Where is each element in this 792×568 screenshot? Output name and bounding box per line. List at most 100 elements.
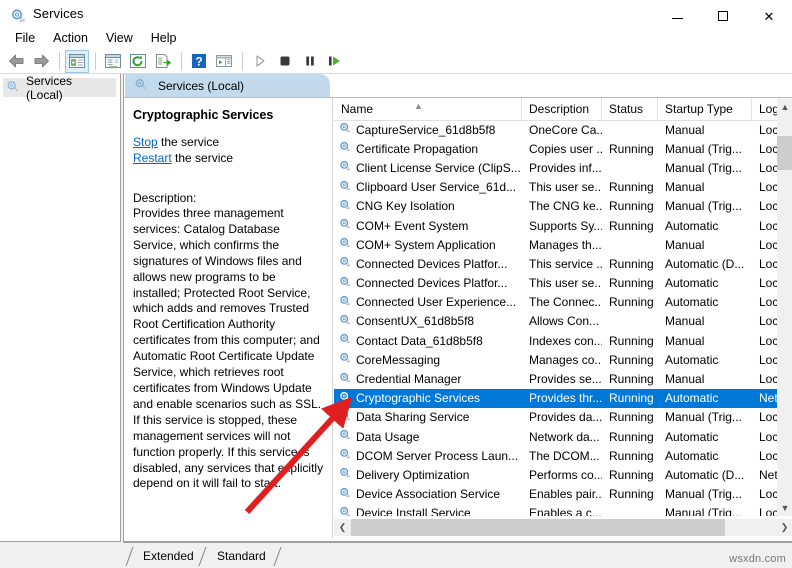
cell-status: Running bbox=[609, 199, 654, 214]
cell-description: Supports Sy... bbox=[529, 218, 602, 233]
column-header-name[interactable]: Name ▲ bbox=[334, 98, 522, 120]
pause-bars-icon bbox=[306, 56, 314, 66]
table-row[interactable]: Clipboard User Service_61d... This user s… bbox=[334, 178, 792, 197]
cell-description: Provides se... bbox=[529, 372, 602, 387]
cell-startup: Automatic bbox=[665, 429, 719, 444]
watermark: wsxdn.com bbox=[729, 553, 786, 565]
properties-button[interactable] bbox=[101, 50, 125, 73]
service-gear-icon bbox=[338, 159, 352, 176]
table-row[interactable]: CNG Key Isolation The CNG ke... Running Man… bbox=[334, 197, 792, 216]
list-vertical-scrollbar[interactable]: ▲ ▼ bbox=[777, 98, 792, 516]
table-row[interactable]: Connected Devices Platfor... This service… bbox=[334, 254, 792, 273]
service-gear-icon bbox=[338, 428, 352, 445]
service-gear-icon bbox=[338, 371, 352, 388]
service-name-label: CaptureService_61d8b5f8 bbox=[356, 122, 496, 137]
table-row[interactable]: Device Install Service Enables a c... Manu… bbox=[334, 504, 792, 516]
menu-file[interactable]: File bbox=[7, 30, 44, 47]
service-gear-icon bbox=[338, 409, 352, 426]
restart-service-button[interactable] bbox=[323, 50, 347, 73]
service-gear-icon bbox=[338, 275, 352, 292]
table-row[interactable]: COM+ Event System Supports Sy... Running Au… bbox=[334, 216, 792, 235]
table-row[interactable]: Data Sharing Service Provides da... Runnin… bbox=[334, 408, 792, 427]
vertical-scroll-thumb[interactable] bbox=[777, 136, 792, 170]
cell-startup: Manual (Trig... bbox=[665, 487, 742, 502]
start-service-button[interactable] bbox=[248, 50, 272, 73]
column-header-description[interactable]: Description bbox=[522, 98, 602, 120]
table-row[interactable]: Data Usage Network da... Running Automatic L… bbox=[334, 427, 792, 446]
selected-service-title: Cryptographic Services bbox=[133, 108, 274, 122]
table-row[interactable]: CoreMessaging Manages co... Running Automat… bbox=[334, 350, 792, 369]
list-horizontal-scrollbar[interactable]: ❮ ❯ bbox=[334, 519, 792, 536]
cell-service-name: COM+ Event System bbox=[334, 217, 522, 234]
service-name-label: Device Association Service bbox=[356, 487, 501, 502]
svg-text:?: ? bbox=[195, 54, 202, 68]
chevron-right-icon[interactable]: ❯ bbox=[776, 519, 792, 536]
cell-description: Manages co... bbox=[529, 352, 602, 367]
chevron-up-icon[interactable]: ▲ bbox=[777, 98, 792, 115]
cell-service-name: COM+ System Application bbox=[334, 236, 522, 253]
service-name-label: Data Usage bbox=[356, 429, 420, 444]
stop-service-link[interactable]: Stop bbox=[133, 135, 158, 149]
cell-service-name: Credential Manager bbox=[334, 371, 522, 388]
show-action-pane-button[interactable] bbox=[212, 50, 236, 73]
forward-button[interactable] bbox=[29, 50, 53, 73]
menu-help[interactable]: Help bbox=[143, 30, 186, 47]
table-row[interactable]: Client License Service (ClipS... Provides… bbox=[334, 158, 792, 177]
stop-service-button[interactable] bbox=[273, 50, 297, 73]
back-button[interactable] bbox=[4, 50, 28, 73]
refresh-button[interactable] bbox=[126, 50, 150, 73]
cell-service-name: Connected Devices Platfor... bbox=[334, 275, 522, 292]
table-row[interactable]: Delivery Optimization Performs co... Runni… bbox=[334, 465, 792, 484]
service-name-label: Connected Devices Platfor... bbox=[356, 276, 508, 291]
column-header-status[interactable]: Status bbox=[602, 98, 658, 120]
service-gear-icon bbox=[338, 217, 352, 234]
table-row[interactable]: DCOM Server Process Laun... The DCOM... Ru… bbox=[334, 446, 792, 465]
service-name-label: CoreMessaging bbox=[356, 352, 441, 367]
cell-description: This user se... bbox=[529, 180, 602, 195]
export-list-button[interactable] bbox=[151, 50, 175, 73]
close-icon: ✕ bbox=[763, 8, 775, 24]
service-gear-icon bbox=[338, 351, 352, 368]
table-row[interactable]: Credential Manager Provides se... Running M… bbox=[334, 369, 792, 388]
chevron-down-icon[interactable]: ▼ bbox=[777, 499, 792, 516]
cell-service-name: Device Install Service bbox=[334, 505, 522, 516]
table-row[interactable]: Connected User Experience... The Connec..… bbox=[334, 293, 792, 312]
menu-view[interactable]: View bbox=[98, 30, 142, 47]
cell-description: The DCOM... bbox=[529, 448, 600, 463]
chevron-left-icon[interactable]: ❮ bbox=[334, 519, 351, 536]
service-name-label: Certificate Propagation bbox=[356, 141, 479, 156]
description-text: Provides three management services: Cata… bbox=[133, 206, 324, 491]
cell-startup: Manual (Trig... bbox=[665, 410, 742, 425]
pause-service-button[interactable] bbox=[298, 50, 322, 73]
console-pane: Services (Local) Cryptographic Services … bbox=[123, 74, 792, 542]
table-row[interactable]: Connected Devices Platfor... This user se… bbox=[334, 274, 792, 293]
table-row[interactable]: Contact Data_61d8b5f8 Indexes con... Runni… bbox=[334, 331, 792, 350]
cell-service-name: Contact Data_61d8b5f8 bbox=[334, 332, 522, 349]
menu-action[interactable]: Action bbox=[45, 30, 97, 47]
horizontal-scroll-thumb[interactable] bbox=[351, 519, 725, 536]
show-hide-console-tree-button[interactable] bbox=[65, 49, 89, 73]
table-row[interactable]: ConsentUX_61d8b5f8 Allows Con... Manual Loc bbox=[334, 312, 792, 331]
table-row[interactable]: COM+ System Application Manages th... Manu… bbox=[334, 235, 792, 254]
tab-extended[interactable]: Extended bbox=[131, 546, 204, 567]
tab-standard[interactable]: Standard bbox=[205, 546, 276, 567]
cell-status: Running bbox=[609, 391, 654, 406]
table-row[interactable]: CaptureService_61d8b5f8 OneCore Ca... Manu… bbox=[334, 120, 792, 139]
tree-item-label: Services (Local) bbox=[26, 73, 73, 102]
cell-startup: Automatic bbox=[665, 352, 719, 367]
cell-startup: Manual bbox=[665, 333, 705, 348]
table-row[interactable]: Device Association Service Enables pair..… bbox=[334, 485, 792, 504]
cell-service-name: DCOM Server Process Laun... bbox=[334, 447, 522, 464]
cell-description: This service ... bbox=[529, 256, 602, 271]
restart-service-link[interactable]: Restart bbox=[133, 151, 172, 165]
table-row[interactable]: Cryptographic Services Provides thr... Run… bbox=[334, 388, 792, 408]
toolbar-separator bbox=[242, 52, 243, 70]
table-row[interactable]: Certificate Propagation Copies user ... Ru… bbox=[334, 139, 792, 158]
column-header-startup-type[interactable]: Startup Type bbox=[658, 98, 752, 120]
service-name-label: Cryptographic Services bbox=[356, 391, 481, 406]
tree-item-services-local[interactable]: Services (Local) bbox=[3, 74, 116, 102]
service-gear-icon bbox=[338, 447, 352, 464]
service-name-label: Clipboard User Service_61d... bbox=[356, 180, 517, 195]
cell-description: Manages th... bbox=[529, 237, 602, 252]
help-button[interactable]: ? bbox=[187, 50, 211, 73]
